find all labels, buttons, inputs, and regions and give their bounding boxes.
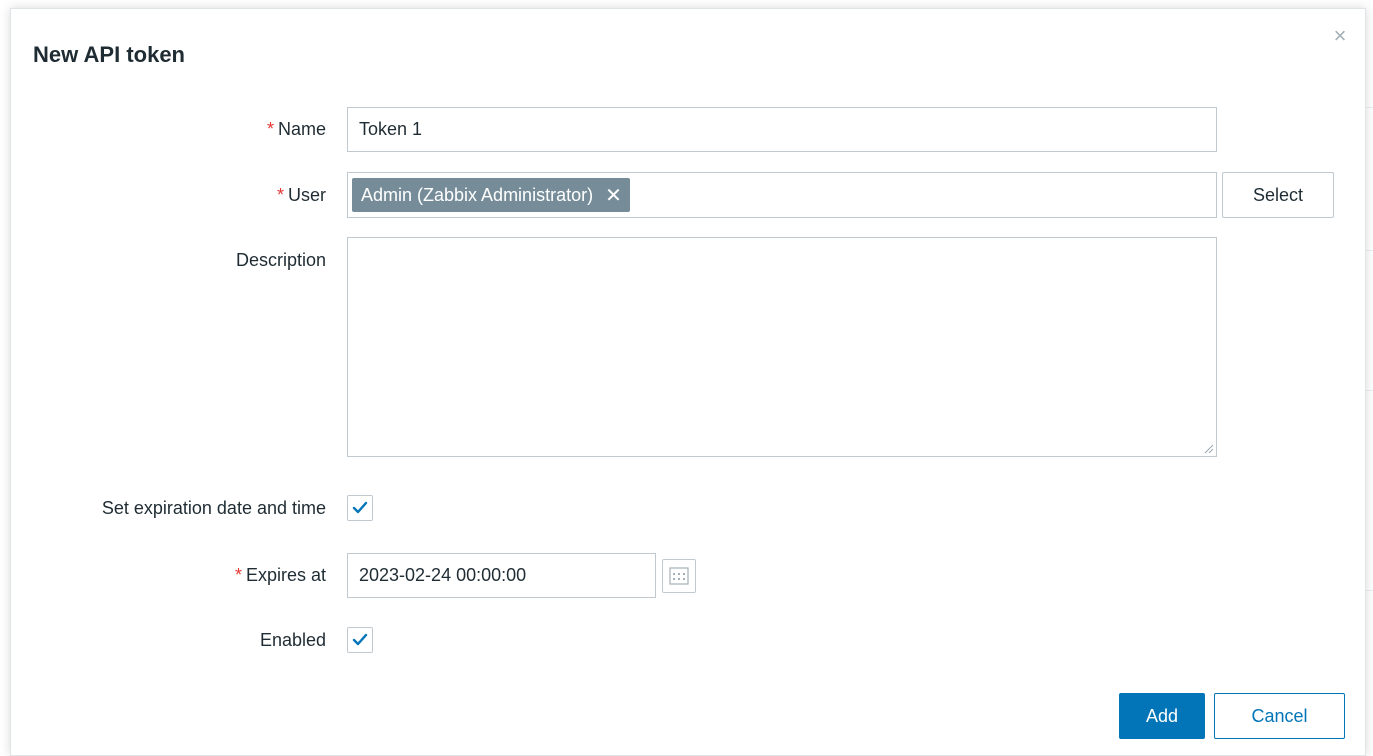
- enabled-label: Enabled: [259, 630, 326, 650]
- set-expiration-label: Set expiration date and time: [101, 498, 326, 518]
- selected-user-label: Admin (Zabbix Administrator): [361, 184, 594, 205]
- resize-grip-icon[interactable]: [1204, 444, 1214, 454]
- background-divider: [1366, 390, 1373, 391]
- required-mark: *: [234, 565, 242, 585]
- enabled-checkbox[interactable]: [347, 627, 373, 653]
- background-divider: [1366, 590, 1373, 591]
- dialog-title: New API token: [33, 42, 185, 67]
- expires-at-input[interactable]: 2023-02-24 00:00:00: [347, 553, 656, 598]
- name-label: * Name: [267, 119, 326, 140]
- close-icon[interactable]: ×: [1329, 25, 1351, 47]
- set-expiration-checkbox[interactable]: [347, 495, 373, 521]
- required-mark: *: [266, 119, 274, 139]
- checkmark-icon: [352, 501, 368, 514]
- expires-at-label-text: Expires at: [245, 565, 326, 585]
- checkmark-icon: [352, 633, 368, 646]
- user-label-text: User: [287, 185, 326, 205]
- description-textarea[interactable]: [347, 237, 1217, 457]
- expires-at-label: * Expires at: [235, 565, 326, 586]
- add-button[interactable]: Add: [1119, 693, 1205, 739]
- remove-tag-icon[interactable]: ✕: [605, 183, 622, 208]
- select-user-button[interactable]: Select: [1222, 172, 1334, 218]
- new-api-token-dialog: New API token × * Name Token 1 * User Admi…: [10, 8, 1366, 756]
- name-input[interactable]: Token 1: [347, 107, 1217, 152]
- user-label: * User: [277, 185, 326, 206]
- name-label-text: Name: [277, 119, 326, 139]
- cancel-button[interactable]: Cancel: [1214, 693, 1345, 739]
- calendar-icon: [669, 567, 689, 585]
- calendar-button[interactable]: [662, 559, 696, 593]
- user-multiselect[interactable]: Admin (Zabbix Administrator) ✕: [347, 172, 1217, 218]
- selected-user-tag: Admin (Zabbix Administrator) ✕: [352, 178, 630, 212]
- background-divider: [1366, 107, 1373, 108]
- required-mark: *: [276, 185, 284, 205]
- background-divider: [1366, 250, 1373, 251]
- description-label: Description: [235, 250, 326, 270]
